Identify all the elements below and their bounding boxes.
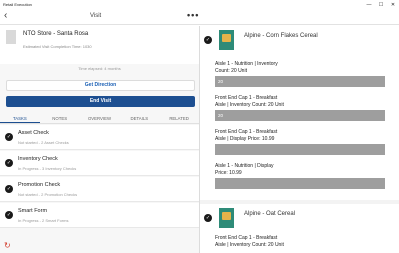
time-elapsed: Time elapsed: 4 months	[78, 66, 121, 71]
visit-tabs: TASKS NOTES OVERVIEW DETAILS RELATED	[0, 113, 199, 124]
page-title: Visit	[90, 13, 102, 19]
refresh-icon[interactable]: ↻	[4, 241, 11, 250]
product-image	[219, 208, 234, 228]
task-inventory-check[interactable]: ✓ Inventory Check In Progress - 3 Invent…	[0, 151, 199, 176]
check-icon: ✓	[5, 133, 13, 141]
check-item: Front End Cap 1 - Breakfast Aisle | Inve…	[215, 235, 385, 248]
display-price-field[interactable]	[215, 178, 385, 189]
check-label: Aisle | Inventory Count: 20 Unit	[215, 241, 284, 248]
visit-panel: NTO Store - Santa Rosa Estimated Visit C…	[0, 26, 199, 253]
close-icon[interactable]: ✕	[387, 0, 399, 9]
check-item: Aisle 1 - Nutrition | Display Price: 10.…	[215, 163, 385, 189]
task-status: In Progress - 3 Inventory Checks	[18, 166, 77, 171]
check-label: Price: 10.99	[215, 169, 242, 176]
product-header: ✓ Alpine - Corn Flakes Cereal	[200, 26, 399, 53]
maximize-icon[interactable]: ☐	[375, 0, 387, 9]
check-item: Front End Cap 1 - Breakfast Aisle | Disp…	[215, 129, 385, 155]
check-icon: ✓	[204, 36, 212, 44]
product-checks-panel: ✓ Alpine - Corn Flakes Cereal Aisle 1 - …	[200, 26, 399, 253]
check-icon: ✓	[5, 211, 13, 219]
product-checks: Front End Cap 1 - Breakfast Aisle | Inve…	[200, 231, 399, 253]
inventory-count-field[interactable]: 20	[215, 76, 385, 87]
app-title: Retail Execution	[3, 2, 32, 7]
product-header: ✓ Alpine - Oat Cereal	[200, 204, 399, 231]
back-arrow-icon[interactable]: ‹	[4, 10, 7, 22]
task-status: Not started - 2 Promotion Checks	[18, 192, 78, 197]
check-label: Count: 20 Unit	[215, 67, 247, 74]
store-image	[6, 30, 16, 44]
tab-tasks[interactable]: TASKS	[0, 113, 40, 123]
navigation-bar: ‹ Visit •••	[0, 9, 399, 25]
store-name: NTO Store - Santa Rosa	[23, 31, 89, 37]
task-title: Smart Form	[18, 208, 48, 214]
check-icon: ✓	[204, 214, 212, 222]
window-controls: — ☐ ✕	[363, 0, 399, 9]
tab-related[interactable]: RELATED	[159, 113, 199, 123]
check-item: Front End Cap 1 - Breakfast Aisle | Inve…	[215, 95, 385, 121]
product-name: Alpine - Corn Flakes Cereal	[244, 33, 318, 39]
minimize-icon[interactable]: —	[363, 0, 375, 9]
window-titlebar: Retail Execution — ☐ ✕	[0, 0, 399, 9]
task-asset-check[interactable]: ✓ Asset Check Not started - 2 Asset Chec…	[0, 125, 199, 150]
task-status: Not started - 2 Asset Checks	[18, 140, 69, 145]
task-smart-form[interactable]: ✓ Smart Form In Progress - 2 Smart Forms	[0, 203, 199, 228]
product-image	[219, 30, 234, 50]
check-label: Aisle | Display Price: 10.99	[215, 135, 275, 142]
tab-details[interactable]: DETAILS	[119, 113, 159, 123]
task-status: In Progress - 2 Smart Forms	[18, 218, 69, 223]
check-label: Aisle | Inventory Count: 20 Unit	[215, 101, 284, 108]
check-item: Aisle 1 - Nutrition | Inventory Count: 2…	[215, 61, 385, 87]
display-price-field[interactable]	[215, 144, 385, 155]
more-options-icon[interactable]: •••	[187, 9, 199, 21]
tab-overview[interactable]: OVERVIEW	[80, 113, 120, 123]
check-icon: ✓	[5, 185, 13, 193]
tab-notes[interactable]: NOTES	[40, 113, 80, 123]
get-direction-button[interactable]: Get Direction	[6, 80, 195, 91]
store-card: NTO Store - Santa Rosa Estimated Visit C…	[0, 26, 199, 64]
check-icon: ✓	[5, 159, 13, 167]
task-title: Inventory Check	[18, 156, 58, 162]
product-checks: Aisle 1 - Nutrition | Inventory Count: 2…	[200, 53, 399, 200]
task-title: Asset Check	[18, 130, 49, 136]
task-promotion-check[interactable]: ✓ Promotion Check Not started - 2 Promot…	[0, 177, 199, 202]
estimated-completion-time: Estimated Visit Completion Time: 1030	[23, 44, 92, 49]
inventory-count-field[interactable]: 20	[215, 110, 385, 121]
task-title: Promotion Check	[18, 182, 61, 188]
end-visit-button[interactable]: End Visit	[6, 96, 195, 107]
product-name: Alpine - Oat Cereal	[244, 211, 296, 217]
